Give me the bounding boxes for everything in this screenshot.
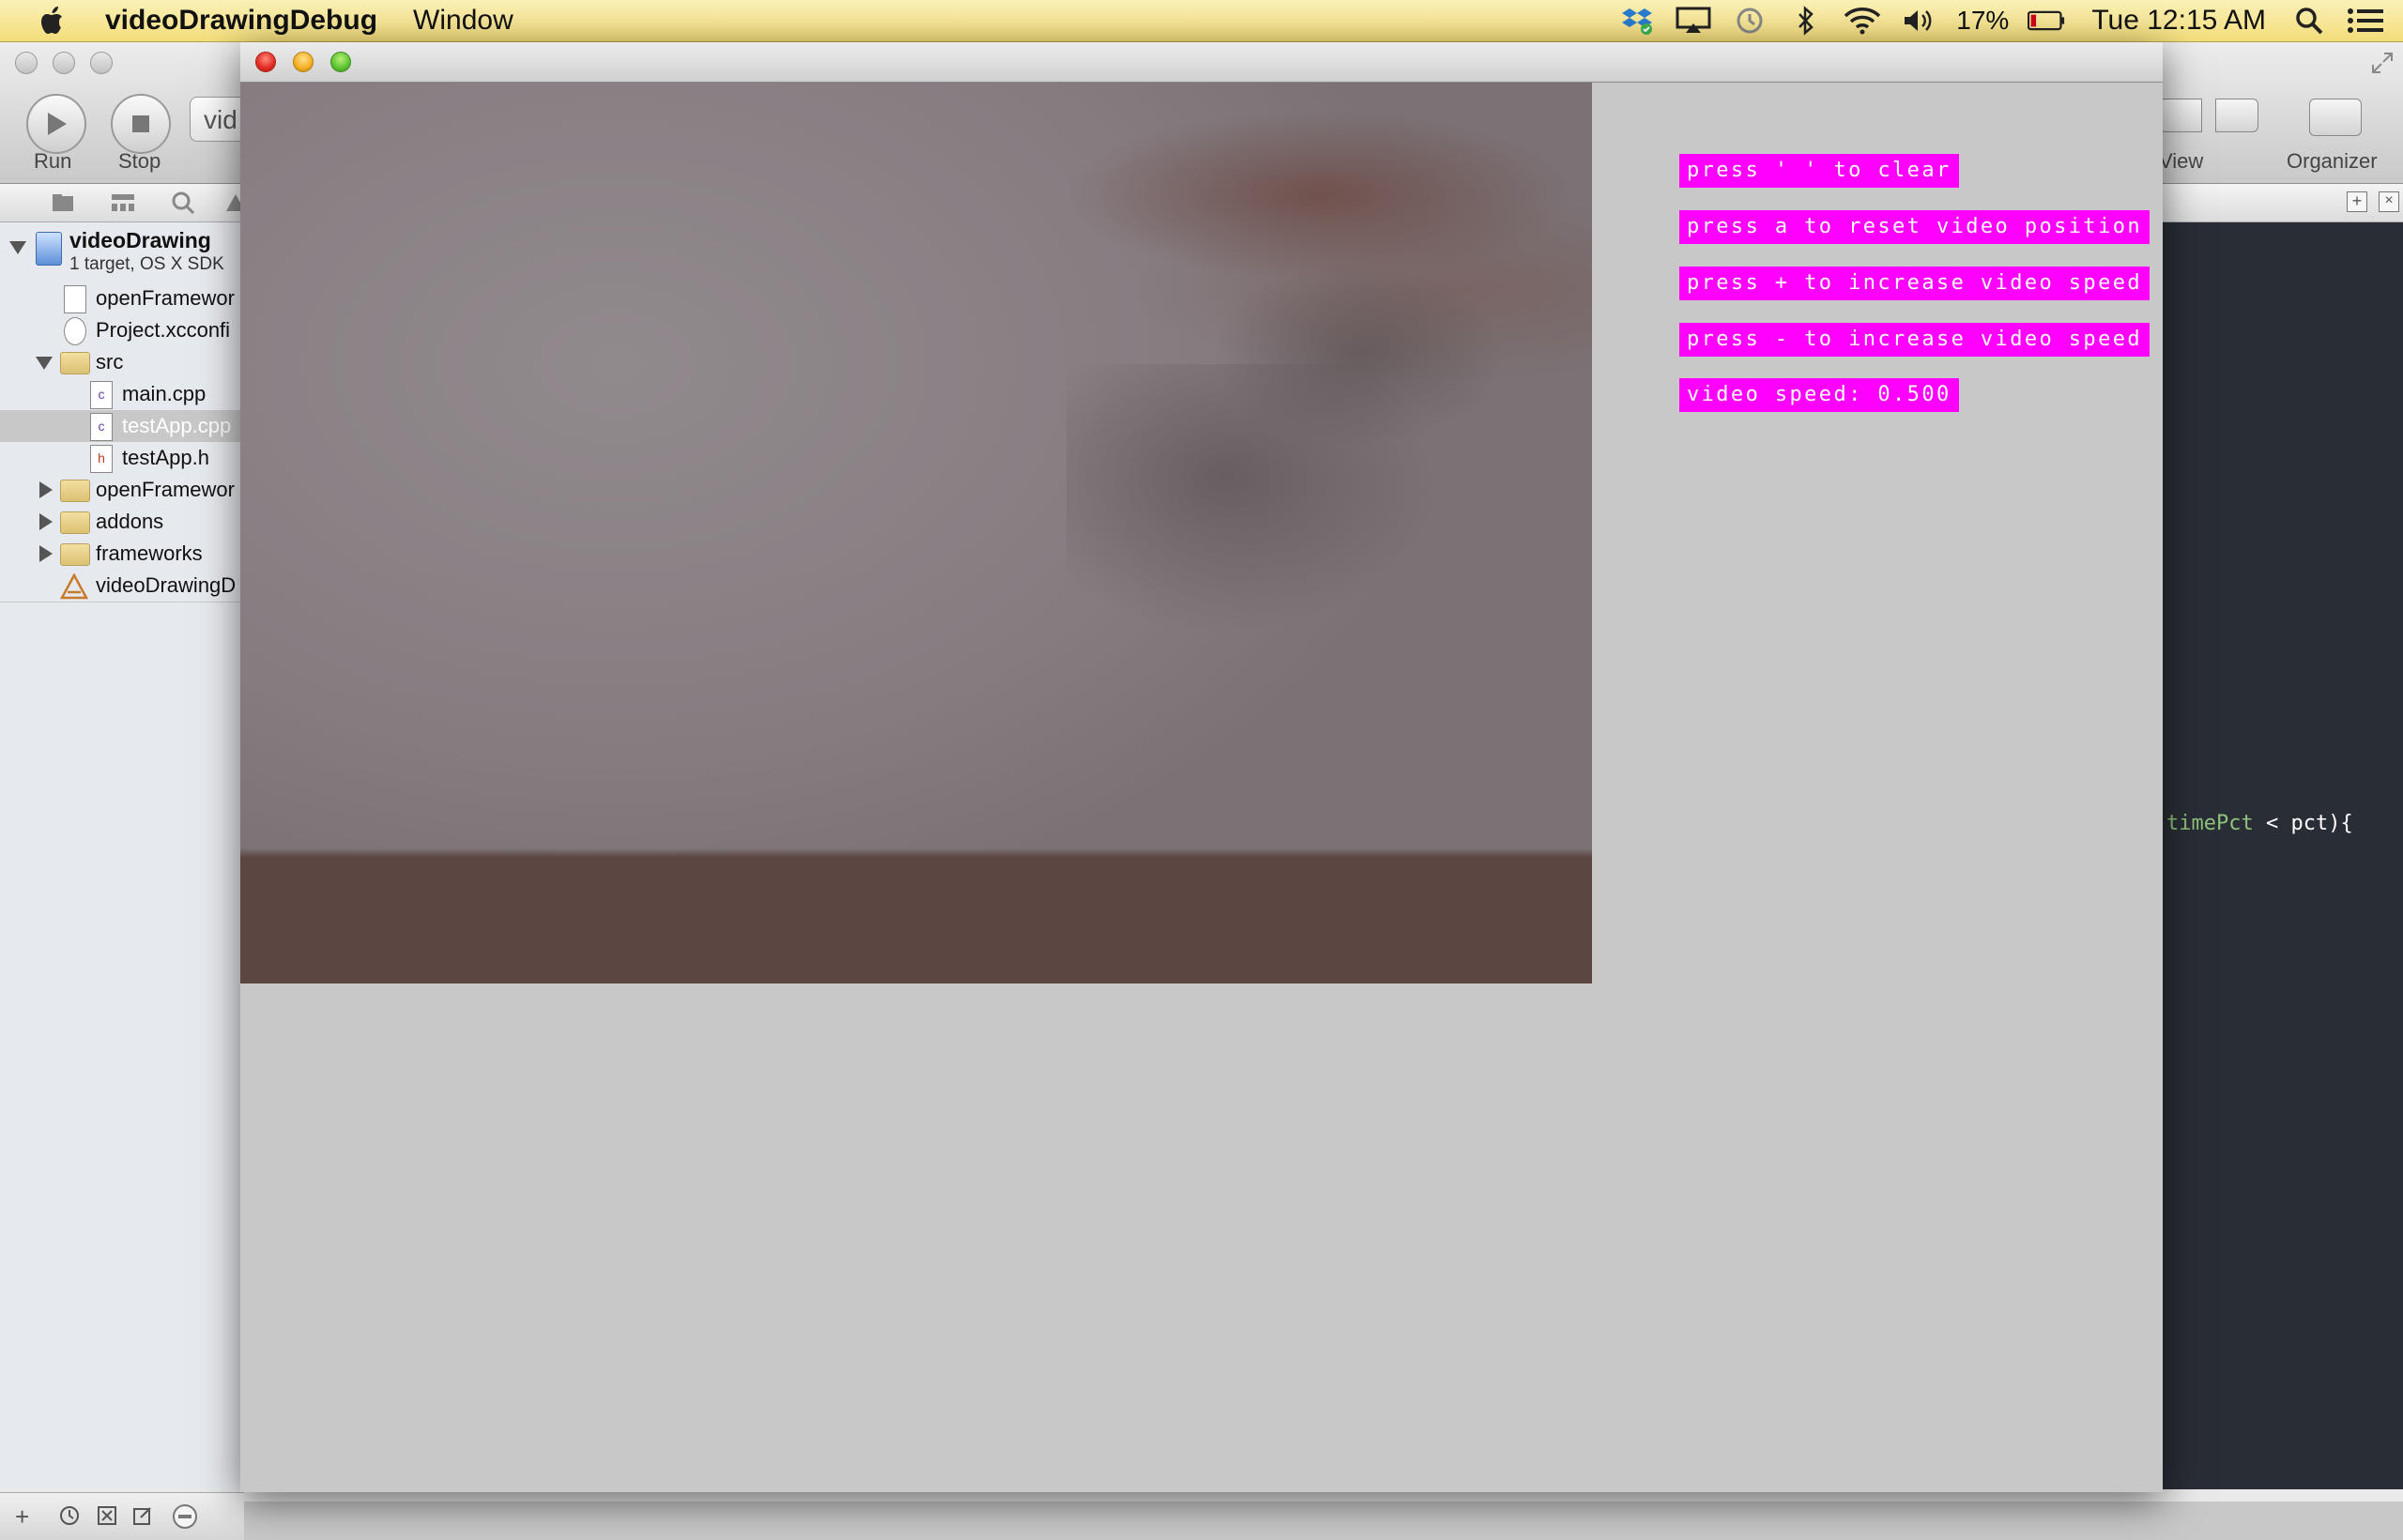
header-file-icon: h <box>90 445 113 473</box>
disclosure-open-icon[interactable] <box>9 241 26 254</box>
video-content <box>1066 364 1461 646</box>
time-machine-icon[interactable] <box>1731 4 1768 38</box>
file-row[interactable]: Project.xcconfi <box>0 314 244 346</box>
disclosure-closed-icon[interactable] <box>39 545 53 562</box>
folder-icon <box>60 543 90 566</box>
organizer-button[interactable] <box>2309 99 2362 136</box>
app-window: press ' ' to clear press a to reset vide… <box>240 42 2163 1492</box>
document-icon <box>64 285 86 313</box>
menu-window[interactable]: Window <box>413 5 513 37</box>
source-control-icon[interactable] <box>96 1504 118 1527</box>
folder-row[interactable]: src <box>0 346 244 378</box>
symbol-navigator-icon[interactable] <box>109 190 137 216</box>
airplay-icon[interactable] <box>1675 4 1712 38</box>
config-icon <box>64 317 86 345</box>
disclosure-open-icon[interactable] <box>36 357 53 370</box>
stop-button[interactable] <box>111 94 171 154</box>
view-editor-toggle[interactable] <box>2159 99 2202 132</box>
instruction-label-speed-down: press - to increase video speed <box>1679 323 2150 357</box>
bluetooth-icon[interactable] <box>1787 4 1825 38</box>
cpp-file-icon: c <box>90 381 113 409</box>
folder-icon <box>60 511 90 534</box>
close-button-inactive[interactable] <box>15 52 38 74</box>
xcode-project-icon <box>36 232 62 266</box>
run-label: Run <box>34 149 72 173</box>
folder-label: addons <box>96 510 164 533</box>
project-subtitle: 1 target, OS X SDK <box>69 254 224 274</box>
file-row[interactable]: c main.cpp <box>0 378 244 410</box>
project-navigator-icon[interactable] <box>49 190 77 216</box>
stop-icon <box>132 115 149 132</box>
folder-row[interactable]: openFramewor <box>0 474 244 506</box>
video-speed-readout: video speed: 0.500 <box>1679 378 1959 412</box>
folder-row[interactable]: addons <box>0 506 244 538</box>
folder-icon <box>60 352 90 374</box>
code-editor[interactable]: timePct < pct){ <box>2159 222 2403 1489</box>
add-editor-icon[interactable]: + <box>2347 191 2367 212</box>
navigator-tab-bar <box>0 184 245 222</box>
close-button[interactable] <box>255 52 276 72</box>
zoom-button-inactive[interactable] <box>90 52 113 74</box>
minimize-button-inactive[interactable] <box>53 52 75 74</box>
search-navigator-icon[interactable] <box>169 190 197 216</box>
recent-files-icon[interactable] <box>58 1504 81 1527</box>
run-button[interactable] <box>26 94 86 154</box>
zoom-button[interactable] <box>330 52 351 72</box>
file-row[interactable]: videoDrawingD <box>0 570 244 602</box>
file-label: videoDrawingD <box>96 573 237 597</box>
fullscreen-icon[interactable] <box>2369 50 2395 76</box>
disclosure-closed-icon[interactable] <box>39 481 53 498</box>
code-token: timePct <box>2166 812 2254 835</box>
code-line: timePct < pct){ <box>2166 812 2353 835</box>
volume-icon[interactable] <box>1900 4 1937 38</box>
file-label: testApp.h <box>122 446 209 469</box>
menu-clock[interactable]: Tue 12:15 AM <box>2091 5 2266 37</box>
file-label: main.cpp <box>122 382 207 405</box>
menu-app-name[interactable]: videoDrawingDebug <box>105 5 377 37</box>
folder-icon <box>60 480 90 502</box>
instruction-label-clear: press ' ' to clear <box>1679 154 1959 188</box>
instruction-label-speed-up: press + to increase video speed <box>1679 267 2150 300</box>
video-frame[interactable] <box>240 83 1592 983</box>
file-row[interactable]: h testApp.h <box>0 442 244 474</box>
project-root-row[interactable]: videoDrawing 1 target, OS X SDK <box>0 224 244 281</box>
organizer-label: Organizer <box>2287 149 2378 173</box>
file-label: testApp.cpp <box>122 414 232 437</box>
battery-icon[interactable] <box>2028 4 2065 38</box>
filter-icon[interactable] <box>171 1502 199 1531</box>
code-token: < pct){ <box>2253 812 2353 835</box>
navigator-footer: + <box>0 1492 244 1540</box>
project-navigator: videoDrawing 1 target, OS X SDK openFram… <box>0 222 245 1489</box>
cpp-file-icon: c <box>90 413 113 441</box>
stop-label: Stop <box>118 149 161 173</box>
add-icon[interactable]: + <box>15 1502 29 1532</box>
project-name: videoDrawing <box>69 228 211 252</box>
file-row[interactable]: openFramewor <box>0 282 244 314</box>
spotlight-icon[interactable] <box>2290 4 2328 38</box>
dropbox-icon[interactable] <box>1618 4 1656 38</box>
folder-label: openFramewor <box>96 478 235 501</box>
minimize-button[interactable] <box>293 52 314 72</box>
play-icon <box>48 113 67 135</box>
disclosure-closed-icon[interactable] <box>39 513 53 530</box>
folder-row[interactable]: frameworks <box>0 538 244 570</box>
file-label: openFramewor <box>96 286 235 310</box>
wifi-icon[interactable] <box>1844 4 1881 38</box>
folder-label: frameworks <box>96 541 203 565</box>
menu-bar: videoDrawingDebug Window 17% Tue 12:15 A… <box>0 0 2403 42</box>
folder-label: src <box>96 350 124 374</box>
edit-icon[interactable] <box>131 1504 154 1527</box>
battery-percent: 17% <box>1956 6 2010 35</box>
app-titlebar[interactable] <box>240 42 2163 83</box>
view-utilities-toggle[interactable] <box>2215 99 2258 132</box>
apple-icon[interactable] <box>34 2 71 39</box>
close-editor-icon[interactable]: × <box>2379 191 2399 212</box>
file-row-selected[interactable]: c testApp.cpp <box>0 410 244 442</box>
editor-jump-bar: + × <box>2159 184 2403 222</box>
view-label: View <box>2159 149 2204 173</box>
app-target-icon <box>60 573 88 600</box>
file-label: Project.xcconfi <box>96 318 231 342</box>
instruction-label-reset: press a to reset video position <box>1679 210 2150 244</box>
notification-center-icon[interactable] <box>2347 4 2384 38</box>
